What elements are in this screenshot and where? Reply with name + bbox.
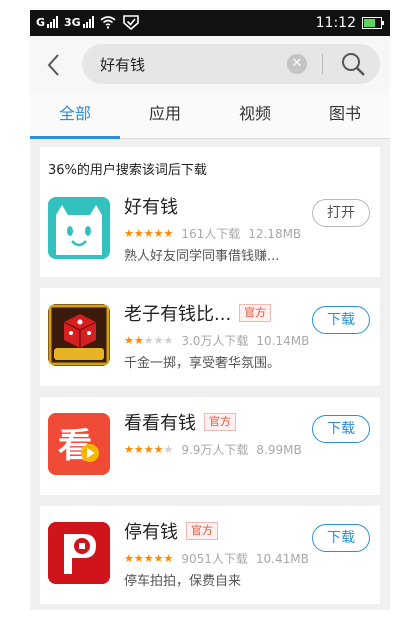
back-arrow-icon[interactable] xyxy=(42,52,66,78)
kan-video-icon: 看 xyxy=(48,413,110,475)
app-name-row: 好有钱 xyxy=(124,193,178,219)
app-desc: 千金一掷，享受奢华氛围。 xyxy=(124,356,281,371)
search-input[interactable]: 好有钱 ✕ xyxy=(82,44,380,84)
app-name: 看看有钱 xyxy=(124,413,196,434)
shield-check-icon xyxy=(122,15,139,30)
rating-stars: ★★★★★ xyxy=(124,334,174,347)
app-name: 老子有钱比... xyxy=(124,304,232,325)
phone-screen: G 3G 11:12 好有钱 ✕ 全部 应用 视频 图书 36%的用户搜索该词后… xyxy=(30,10,390,610)
app-meta: ★★★★★ 9.9万人下载 8.99MB xyxy=(124,441,302,458)
status-bar: G 3G 11:12 xyxy=(30,10,390,36)
download-button[interactable]: 下载 xyxy=(312,415,370,443)
app-meta: ★★★★★ 3.0万人下载 10.14MB xyxy=(124,332,309,349)
official-badge: 官方 xyxy=(204,413,236,431)
result-card-3: 看 看看有钱 官方 ★★★★★ 9.9万人下载 8.99MB 下载 xyxy=(40,397,380,495)
magnifier-icon[interactable] xyxy=(340,51,366,77)
battery-icon xyxy=(362,17,384,29)
rating-stars: ★★★★★ xyxy=(124,443,174,456)
list-item[interactable]: 好有钱 ★★★★★ 161人下载 12.18MB 熟人好友同学同事借钱赚... … xyxy=(40,187,380,267)
official-badge: 官方 xyxy=(186,522,218,540)
wifi-icon xyxy=(100,16,116,29)
tab-books[interactable]: 图书 xyxy=(300,94,390,138)
app-name-row: 老子有钱比... 官方 xyxy=(124,300,272,326)
rating-stars: ★★★★★ xyxy=(124,227,174,240)
status-right: 11:12 xyxy=(315,15,384,31)
download-hint: 36%的用户搜索该词后下载 xyxy=(48,163,207,178)
download-count: 161人下载 xyxy=(181,227,241,241)
result-card-2: 老子有钱比... 官方 ★★★★★ 3.0万人下载 10.14MB 千金一掷，享… xyxy=(40,288,380,386)
rating-stars: ★★★★★ xyxy=(124,552,174,565)
dice-game-icon xyxy=(48,304,110,366)
result-card-1: 36%的用户搜索该词后下载 好有钱 ★★★★★ 161人下载 12.18MB 熟… xyxy=(40,147,380,277)
download-count: 9.9万人下载 xyxy=(181,443,249,457)
app-name: 好有钱 xyxy=(124,197,178,218)
download-button[interactable]: 下载 xyxy=(312,306,370,334)
smiling-cat-icon xyxy=(48,197,110,259)
search-divider xyxy=(322,54,323,74)
sim1-signal: G xyxy=(36,15,59,29)
app-desc: 停车拍拍，保费自来 xyxy=(124,574,242,589)
list-item[interactable]: 老子有钱比... 官方 ★★★★★ 3.0万人下载 10.14MB 千金一掷，享… xyxy=(40,294,380,374)
open-button[interactable]: 打开 xyxy=(312,199,370,227)
sim1-bars-icon xyxy=(47,16,59,28)
category-tabs: 全部 应用 视频 图书 xyxy=(30,94,390,139)
app-desc: 熟人好友同学同事借钱赚... xyxy=(124,249,280,264)
app-size: 8.99MB xyxy=(256,442,302,457)
app-size: 12.18MB xyxy=(248,226,302,241)
app-name-row: 看看有钱 官方 xyxy=(124,409,236,435)
parking-coin-icon xyxy=(48,522,110,584)
search-header: 好有钱 ✕ xyxy=(30,36,390,94)
search-query[interactable]: 好有钱 xyxy=(100,54,145,75)
sim1-label: G xyxy=(36,15,46,29)
list-item[interactable]: 看 看看有钱 官方 ★★★★★ 9.9万人下载 8.99MB 下载 xyxy=(40,403,380,483)
tab-all[interactable]: 全部 xyxy=(30,94,120,139)
list-item[interactable]: 停有钱 官方 ★★★★★ 9051人下载 10.41MB 停车拍拍，保费自来 下… xyxy=(40,512,380,592)
official-badge: 官方 xyxy=(239,304,272,322)
sim2-signal: 3G xyxy=(64,16,94,29)
sim2-label: 3G xyxy=(64,15,81,29)
app-meta: ★★★★★ 9051人下载 10.41MB xyxy=(124,550,309,567)
clear-icon[interactable]: ✕ xyxy=(287,54,307,74)
app-name-row: 停有钱 官方 xyxy=(124,518,218,544)
tab-video[interactable]: 视频 xyxy=(210,94,300,138)
app-size: 10.14MB xyxy=(256,333,310,348)
result-card-4: 停有钱 官方 ★★★★★ 9051人下载 10.41MB 停车拍拍，保费自来 下… xyxy=(40,506,380,604)
tab-apps[interactable]: 应用 xyxy=(120,94,210,138)
download-count: 3.0万人下载 xyxy=(181,334,249,348)
download-count: 9051人下载 xyxy=(181,552,248,566)
signal-group: G 3G xyxy=(36,14,140,30)
clock: 11:12 xyxy=(315,15,356,31)
app-size: 10.41MB xyxy=(255,551,309,566)
app-meta: ★★★★★ 161人下载 12.18MB xyxy=(124,225,301,242)
sim2-bars-icon xyxy=(82,16,94,28)
download-button[interactable]: 下载 xyxy=(312,524,370,552)
app-name: 停有钱 xyxy=(124,522,178,543)
